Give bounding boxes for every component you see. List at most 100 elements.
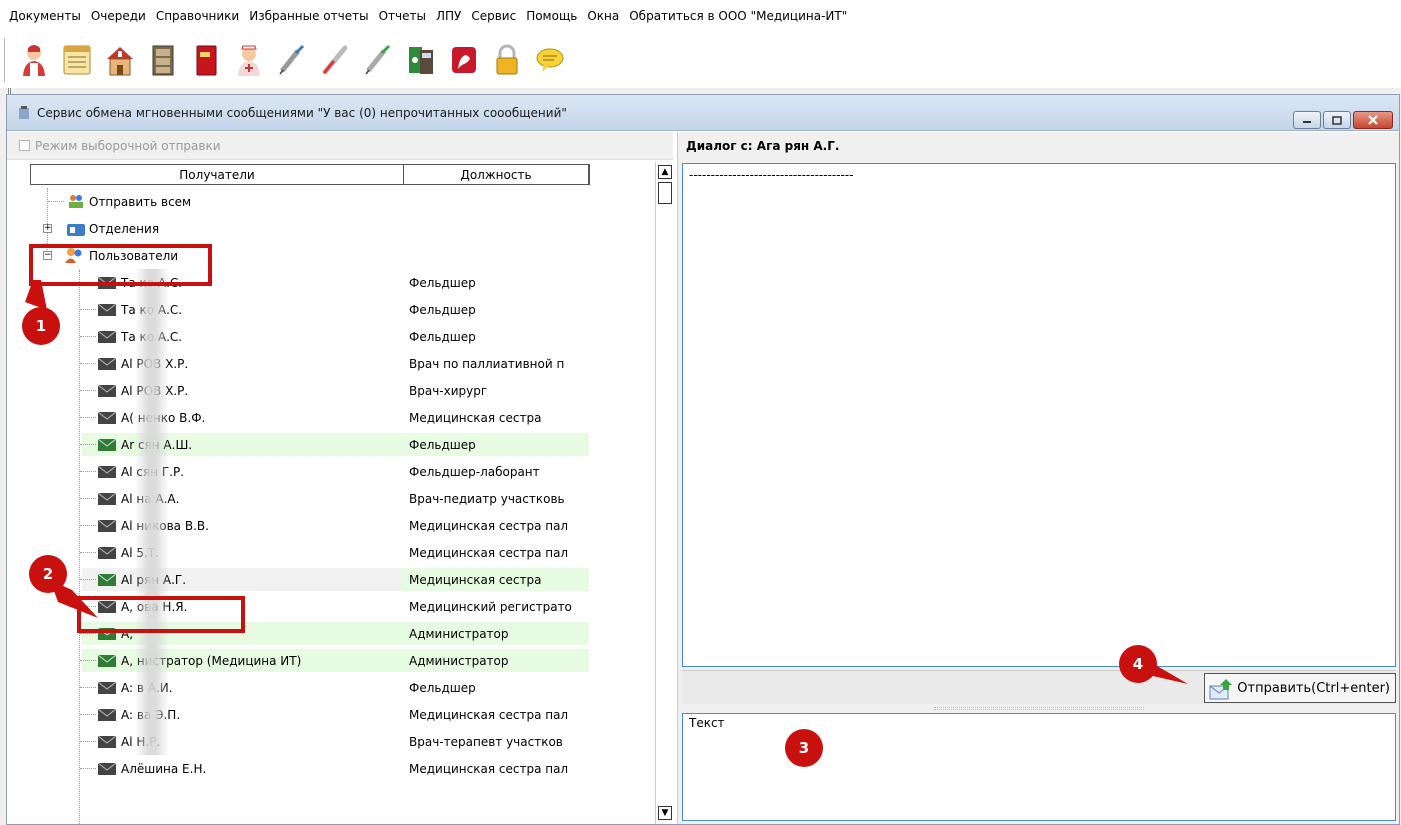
redaction	[135, 701, 169, 728]
user-row[interactable]: Ar сян А.Ш.Фельдшер	[7, 431, 649, 458]
lock-icon	[496, 44, 518, 75]
expand-departments-toggle[interactable]: +	[43, 224, 52, 233]
tree-branch	[80, 309, 96, 310]
tree-branch	[80, 525, 96, 526]
envelope-icon	[98, 331, 116, 343]
book-icon	[196, 45, 217, 76]
tree-branch	[80, 633, 96, 634]
minimize-icon	[1303, 121, 1311, 123]
window-titlebar[interactable]: Сервис обмена мгновенными сообщениями "У…	[7, 95, 1399, 131]
callout-box-selected-user	[77, 596, 245, 633]
calculator-button[interactable]	[401, 38, 441, 82]
col-recipients-header[interactable]: Получатели	[31, 165, 404, 184]
envelope-icon	[98, 682, 116, 694]
callout-pointer-1	[25, 280, 47, 310]
scroll-up-button[interactable]: ▲	[658, 165, 672, 179]
tree-scrollbar[interactable]: ▲ ▼	[655, 162, 673, 824]
report-button[interactable]	[444, 38, 484, 82]
building-button[interactable]	[100, 38, 140, 82]
user-row[interactable]: A, нистратор (Медицина ИТ) Администратор	[7, 647, 649, 674]
menu-lpu[interactable]: ЛПУ	[431, 9, 466, 23]
tree-node-send-all[interactable]: Отправить всем	[7, 188, 649, 215]
envelope-icon	[98, 358, 116, 370]
user-row[interactable]: A( ненко В.Ф.Медицинская сестра	[7, 404, 649, 431]
menu-help[interactable]: Помощь	[521, 9, 582, 23]
tree-branch	[80, 498, 96, 499]
user-row[interactable]: Алёшина Е.Н. Медицинская сестра пал	[7, 755, 649, 782]
user-row[interactable]: Al РОВ Х.Р.Врач по паллиативной п	[7, 350, 649, 377]
menu-service[interactable]: Сервис	[466, 9, 521, 23]
user-row[interactable]: Al на А.А.Врач-педиатр участковь	[7, 485, 649, 512]
lock-button[interactable]	[487, 38, 527, 82]
user-row[interactable]: Та ко А.С.Фельдшер	[7, 296, 649, 323]
user-position: Врач по паллиативной п	[409, 356, 565, 371]
minimize-button[interactable]	[1293, 111, 1321, 129]
restore-icon	[1332, 115, 1342, 125]
tree-branch	[80, 660, 96, 661]
user-row[interactable]: Al сян Г.Р.Фельдшер-лаборант	[7, 458, 649, 485]
user-position: Медицинская сестра пал	[409, 761, 569, 776]
menu-windows[interactable]: Окна	[582, 9, 624, 23]
menu-reports[interactable]: Отчеты	[374, 9, 431, 23]
selective-mode-checkbox[interactable]: Режим выборочной отправки	[7, 132, 673, 160]
chat-button[interactable]	[530, 38, 570, 82]
user-row[interactable]: Та ко А.С.Фельдшер	[7, 323, 649, 350]
menu-queues[interactable]: Очереди	[86, 9, 151, 23]
tree-branch	[80, 417, 96, 418]
thermometer-button[interactable]	[315, 38, 355, 82]
nurse-icon	[238, 45, 260, 76]
dialog-pane: Диалог с: Ага рян А.Г. -----------------…	[677, 132, 1399, 824]
menu-contact[interactable]: Обратиться в ООО "Медицина-ИТ"	[624, 9, 852, 23]
user-row[interactable]: A: ва Э.П.Медицинская сестра пал	[7, 701, 649, 728]
user-row[interactable]: Al никова В.В.Медицинская сестра пал	[7, 512, 649, 539]
thermometer-icon	[322, 45, 348, 75]
envelope-icon	[98, 574, 116, 586]
dialog-label: Диалог с:	[686, 139, 753, 153]
callout-badge-1: 1	[22, 307, 60, 345]
tree-node-departments[interactable]: + Отделения	[7, 215, 649, 242]
syringe-button[interactable]	[272, 38, 312, 82]
message-input[interactable]: Текст	[682, 713, 1396, 821]
journal-button[interactable]	[57, 38, 97, 82]
user-row[interactable]: A: в А.И.Фельдшер	[7, 674, 649, 701]
cabinet-button[interactable]	[143, 38, 183, 82]
user-position: Медицинская сестра пал	[409, 545, 569, 560]
selective-mode-label: Режим выборочной отправки	[35, 138, 221, 153]
pane-splitter[interactable]	[934, 707, 1144, 710]
nurse-button[interactable]	[229, 38, 269, 82]
checkbox-box[interactable]	[19, 140, 30, 151]
menu-bar: Документы Очереди Справочники Избранные …	[0, 0, 1401, 32]
message-history[interactable]: --------------------------------------	[682, 163, 1396, 667]
envelope-icon	[98, 655, 116, 667]
tree-branch	[80, 741, 96, 742]
user-row-selected[interactable]: Al рян А.Г.Медицинская сестра	[7, 566, 649, 593]
redaction	[135, 566, 169, 593]
restore-button[interactable]	[1323, 111, 1351, 129]
syringe-2-button[interactable]	[358, 38, 398, 82]
user-position: Администратор	[409, 653, 509, 668]
scroll-down-button[interactable]: ▼	[658, 806, 672, 820]
messenger-window: Сервис обмена мгновенными сообщениями "У…	[6, 94, 1400, 825]
menu-references[interactable]: Справочники	[151, 9, 244, 23]
col-position-header[interactable]: Должность	[404, 165, 589, 184]
scroll-thumb[interactable]	[658, 182, 672, 204]
close-button[interactable]	[1353, 111, 1393, 129]
syringe-icon	[365, 44, 391, 75]
book-button[interactable]	[186, 38, 226, 82]
user-row[interactable]: Al Н.Р.Врач-терапевт участков	[7, 728, 649, 755]
recipients-pane: Режим выборочной отправки Получатели Дол…	[7, 132, 673, 824]
callout-badge-3: 3	[785, 729, 823, 767]
tree-branch	[80, 714, 96, 715]
menu-documents[interactable]: Документы	[4, 9, 86, 23]
journal-icon	[63, 45, 91, 75]
toolbar-grip[interactable]	[4, 38, 8, 82]
menu-favorite-reports[interactable]: Избранные отчеты	[244, 9, 373, 23]
user-row[interactable]: Al РОВ Х.Р.Врач-хирург	[7, 377, 649, 404]
user-position: Фельдшер-лаборант	[409, 464, 540, 479]
send-button[interactable]: Отправить(Ctrl+enter)	[1204, 673, 1396, 703]
user-row[interactable]: Al 5.Т.Медицинская сестра пал	[7, 539, 649, 566]
redaction	[135, 350, 169, 377]
callout-badge-2: 2	[29, 555, 67, 593]
send-bar: Отправить(Ctrl+enter)	[682, 670, 1396, 704]
doctor-button[interactable]	[14, 38, 54, 82]
